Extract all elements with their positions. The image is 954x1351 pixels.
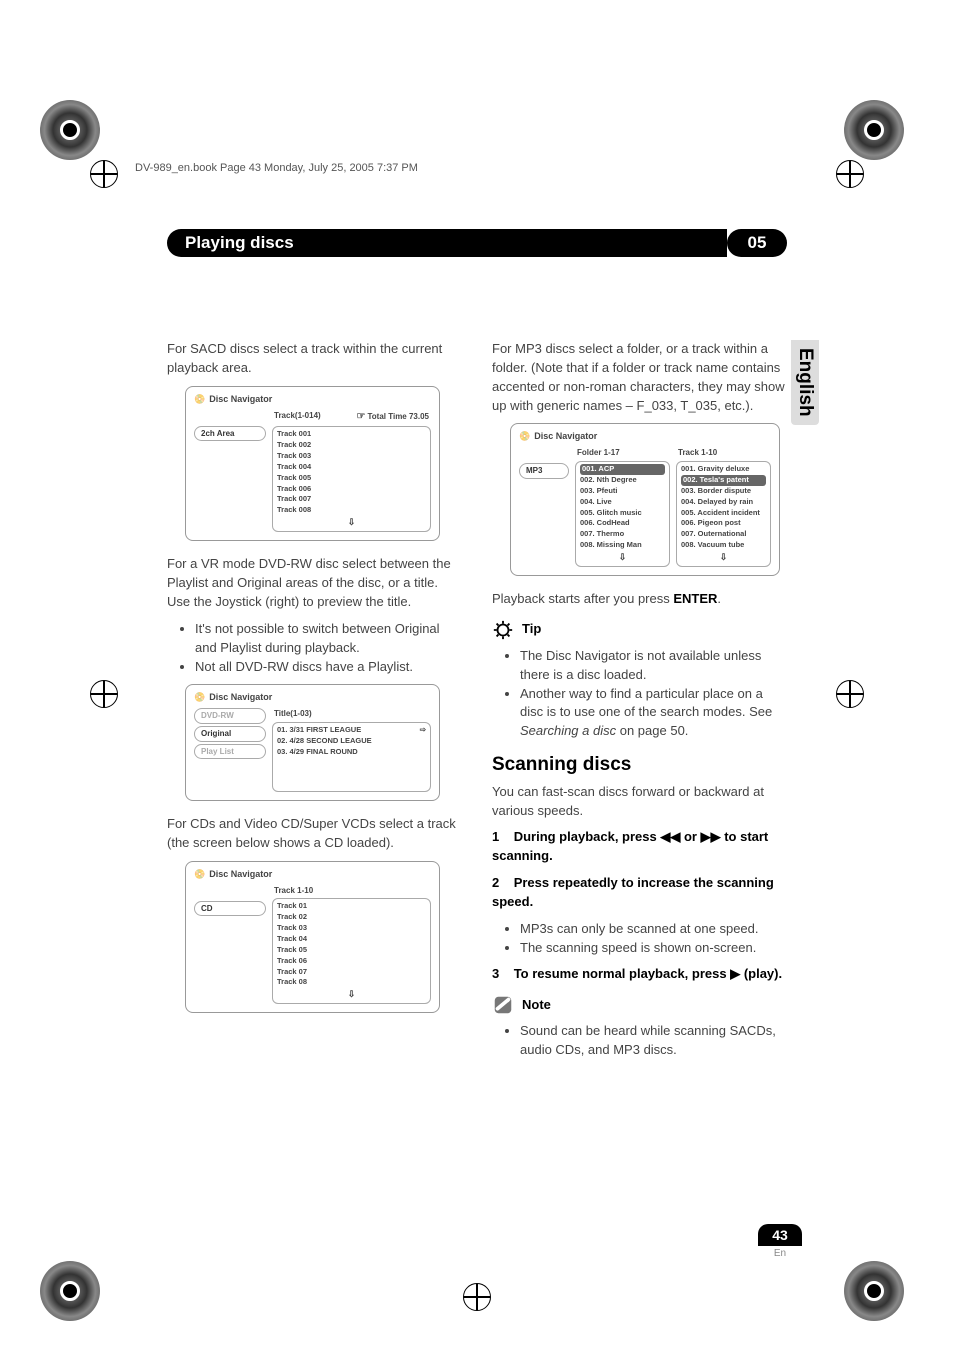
folder-list: 001. ACP 002. Nth Degree 003. Pfeuti 004… (575, 461, 670, 567)
paragraph: For CDs and Video CD/Super VCDs select a… (167, 815, 462, 853)
tip-icon (492, 619, 514, 641)
tip-label: Tip (522, 620, 541, 639)
paragraph: For MP3 discs select a folder, or a trac… (492, 340, 787, 415)
step: 2 Press repeatedly to increase the scann… (492, 874, 787, 912)
list-item: It's not possible to switch between Orig… (195, 620, 462, 658)
scroll-down-icon: ⇩ (681, 551, 766, 564)
track-list: Track 01 Track 02 Track 03 Track 04 Trac… (272, 898, 431, 1004)
crosshair-icon (836, 160, 864, 188)
track-range: Track(1-014) (274, 410, 321, 425)
scroll-down-icon: ⇩ (277, 988, 426, 1001)
step: 1 During playback, press ◀◀ or ▶▶ to sta… (492, 828, 787, 866)
scroll-down-icon: ⇩ (277, 516, 426, 529)
list-item: MP3s can only be scanned at one speed. (520, 920, 787, 939)
bullet-list: It's not possible to switch between Orig… (167, 620, 462, 677)
mode-chip: DVD-RW (194, 708, 266, 724)
tip-heading: Tip (492, 619, 787, 641)
title-range: Title(1-03) (274, 708, 312, 720)
track-range: Track 1-10 (678, 447, 717, 459)
section-title: Playing discs (167, 229, 727, 257)
crosshair-icon (836, 680, 864, 708)
left-column: For SACD discs select a track within the… (167, 340, 462, 1068)
title-list: 01. 3/31 FIRST LEAGUE⇨ 02. 4/28 SECOND L… (272, 722, 431, 792)
bullet-list: Sound can be heard while scanning SACDs,… (492, 1022, 787, 1060)
remote-icon: 📀 (194, 868, 205, 881)
paragraph: For a VR mode DVD-RW disc select between… (167, 555, 462, 612)
remote-icon: 📀 (519, 430, 530, 443)
right-column: For MP3 discs select a folder, or a trac… (492, 340, 787, 1068)
page-number: 43 (758, 1224, 802, 1246)
page-lang: En (758, 1246, 802, 1259)
paragraph: Playback starts after you press ENTER. (492, 590, 787, 609)
mode-chip: Original (194, 726, 266, 742)
section-number: 05 (727, 229, 787, 257)
mode-chip: Play List (194, 744, 266, 760)
crosshair-icon (463, 1283, 491, 1311)
registration-mark (844, 1261, 914, 1331)
note-icon (492, 994, 514, 1016)
list-item: Another way to find a particular place o… (520, 685, 787, 742)
crosshair-icon (90, 680, 118, 708)
disc-navigator-mp3: 📀Disc Navigator MP3 Folder 1-17 001. ACP… (510, 423, 780, 576)
paragraph: For SACD discs select a track within the… (167, 340, 462, 378)
play-indicator-icon: ⇨ (420, 725, 426, 736)
list-item: The scanning speed is shown on-screen. (520, 939, 787, 958)
print-header: DV-989_en.book Page 43 Monday, July 25, … (135, 162, 819, 174)
language-tab: English (791, 340, 819, 425)
section-title-bar: Playing discs 05 (167, 228, 787, 258)
remote-icon: 📀 (194, 393, 205, 406)
rewind-icon: ◀◀ (660, 829, 680, 844)
play-icon: ▶ (730, 966, 740, 981)
note-label: Note (522, 996, 551, 1015)
total-time: Total Time 73.05 (357, 410, 429, 425)
mode-chip: CD (194, 901, 266, 917)
disc-navigator-dvdrw: 📀Disc Navigator DVD-RW Original Play Lis… (185, 684, 440, 801)
page-number-badge: 43 En (758, 1224, 802, 1259)
list-item: The Disc Navigator is not available unle… (520, 647, 787, 685)
track-list: 001. Gravity deluxe 002. Tesla's patent … (676, 461, 771, 567)
step: 3 To resume normal playback, press ▶ (pl… (492, 965, 787, 984)
remote-icon: 📀 (194, 691, 205, 704)
subsection-heading: Scanning discs (492, 751, 787, 779)
track-range: Track 1-10 (274, 885, 313, 897)
folder-range: Folder 1-17 (577, 447, 620, 459)
list-item: Sound can be heard while scanning SACDs,… (520, 1022, 787, 1060)
track-list: Track 001 Track 002 Track 003 Track 004 … (272, 426, 431, 532)
scroll-down-icon: ⇩ (580, 551, 665, 564)
disc-navigator-cd: 📀Disc Navigator CD Track 1-10 Track 01 T… (185, 861, 440, 1014)
area-chip: 2ch Area (194, 426, 266, 442)
crosshair-icon (90, 160, 118, 188)
disc-navigator-sacd: 📀Disc Navigator 2ch Area Track(1-014) To… (185, 386, 440, 542)
note-heading: Note (492, 994, 787, 1016)
bullet-list: MP3s can only be scanned at one speed. T… (492, 920, 787, 958)
bullet-list: The Disc Navigator is not available unle… (492, 647, 787, 741)
registration-mark (40, 1261, 110, 1331)
list-item: Not all DVD-RW discs have a Playlist. (195, 658, 462, 677)
fast-forward-icon: ▶▶ (701, 829, 721, 844)
mode-chip: MP3 (519, 463, 569, 479)
paragraph: You can fast-scan discs forward or backw… (492, 783, 787, 821)
